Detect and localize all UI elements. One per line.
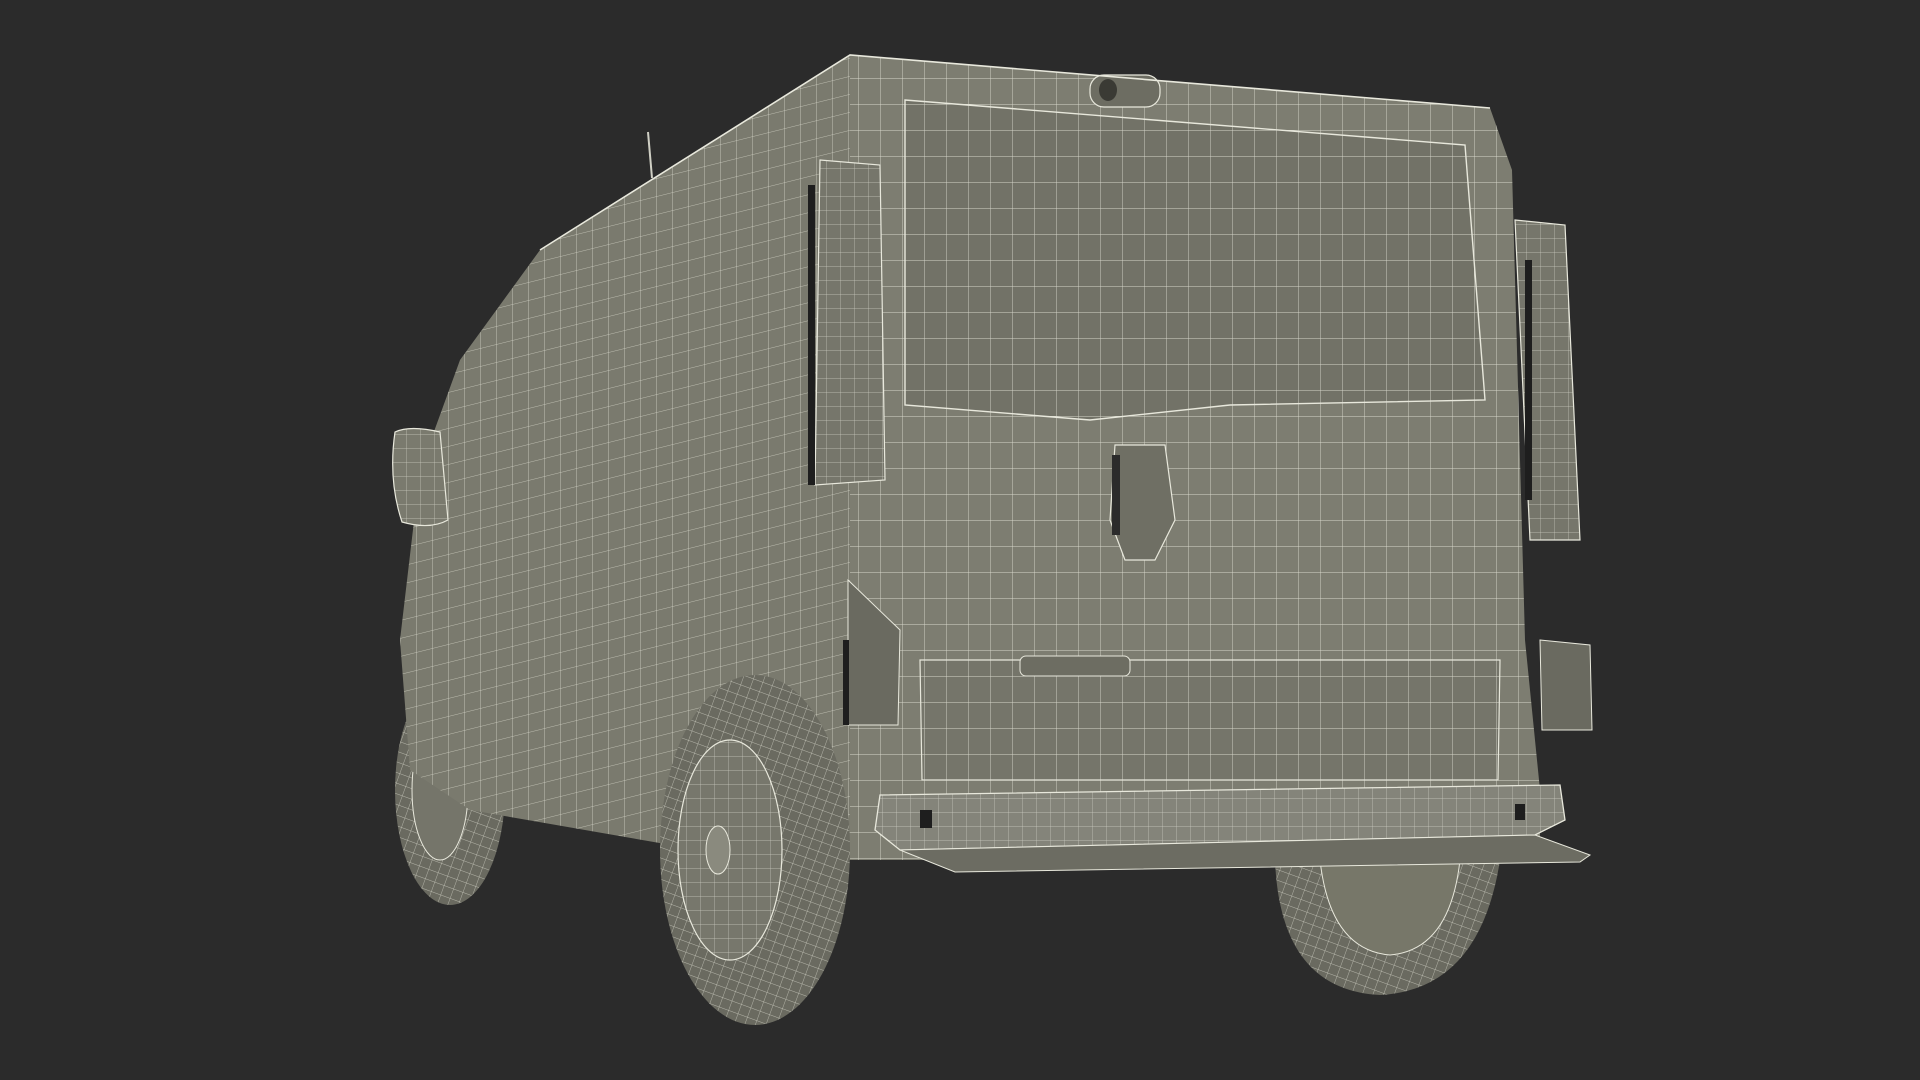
antenna xyxy=(647,131,653,179)
left-near-wheel xyxy=(660,675,850,1025)
render-viewport xyxy=(0,0,1920,1080)
right-rear-wheel xyxy=(1275,859,1500,995)
license-plate-recess xyxy=(919,655,1501,781)
right-tail-light xyxy=(1514,219,1593,731)
side-mirror xyxy=(392,427,449,527)
rear-window-panel xyxy=(904,99,1486,421)
van-wireframe-render xyxy=(392,54,1593,1025)
